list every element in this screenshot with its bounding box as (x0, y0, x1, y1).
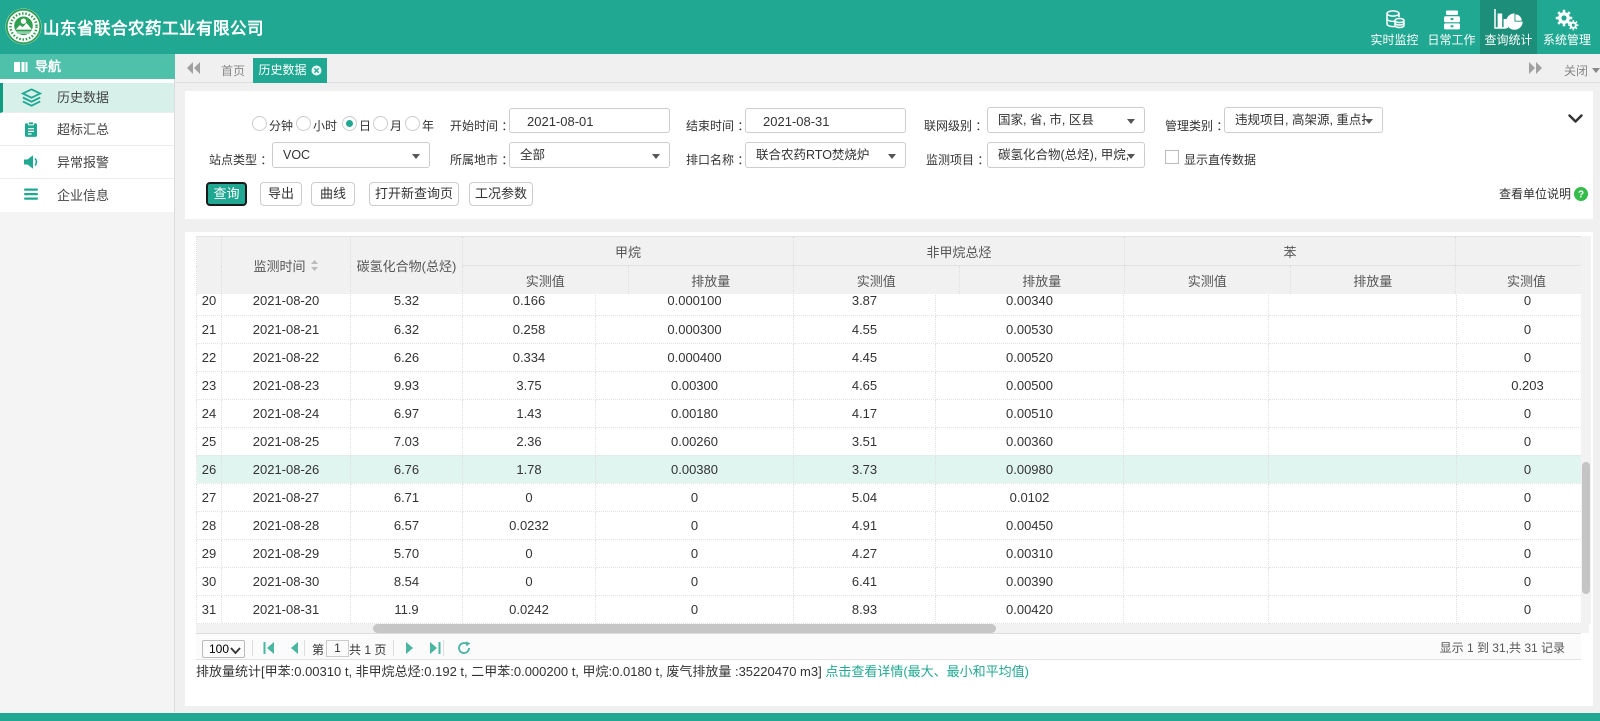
svg-text:?: ? (1578, 189, 1584, 200)
